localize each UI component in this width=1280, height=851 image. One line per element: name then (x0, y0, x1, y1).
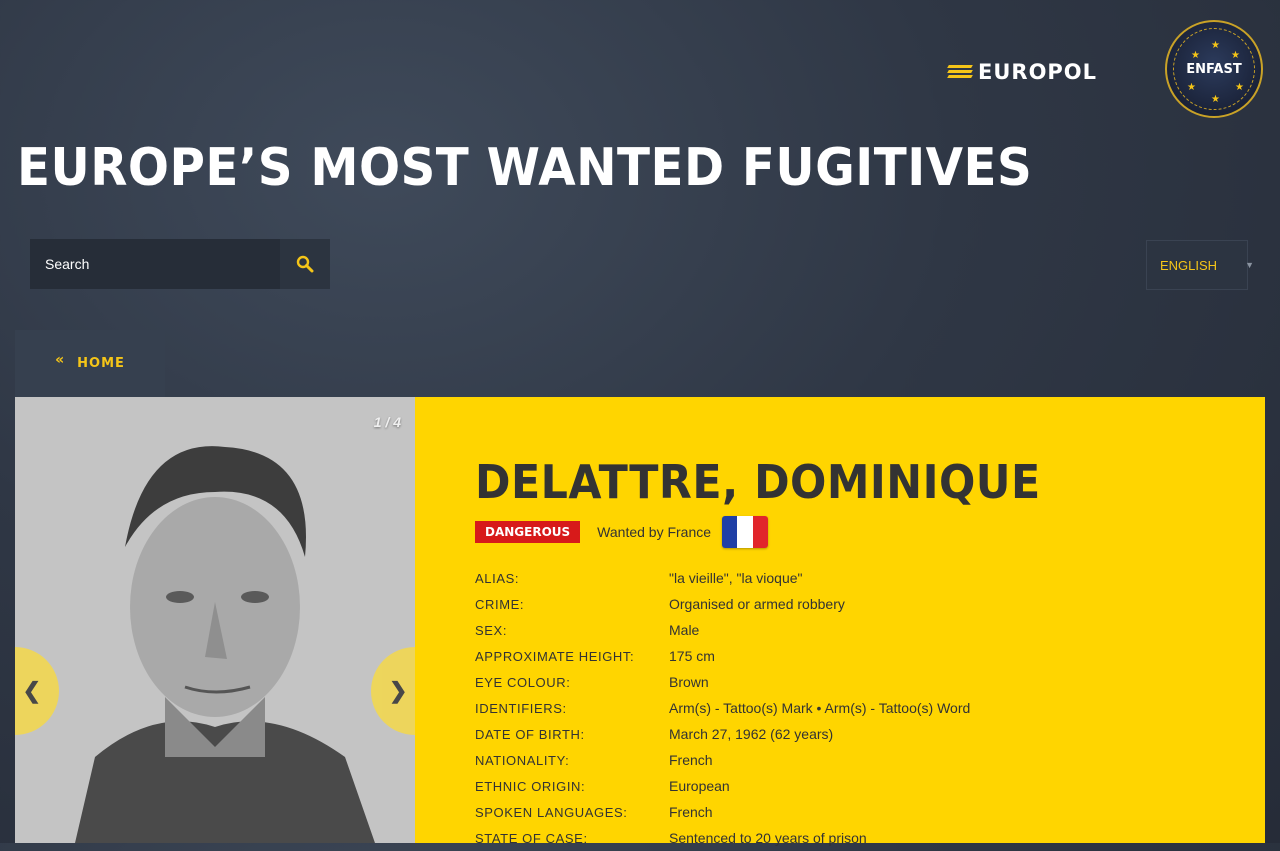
fugitive-photo (15, 397, 415, 843)
chevron-right-icon: ❯ (389, 678, 408, 703)
detail-value: French (669, 752, 713, 768)
detail-value: European (669, 778, 730, 794)
detail-label: IDENTIFIERS: (475, 700, 567, 716)
caret-down-icon: ▼ (1245, 260, 1254, 270)
detail-label: SEX: (475, 622, 508, 638)
detail-value: Arm(s) - Tattoo(s) Mark • Arm(s) - Tatto… (669, 700, 971, 716)
enfast-logo-text: ENFAST (1186, 61, 1242, 77)
detail-row: ALIAS: "la vieille", "la vioque" (475, 565, 970, 591)
detail-value: French (669, 804, 713, 820)
detail-label: EYE COLOUR: (475, 674, 571, 690)
france-flag-icon (722, 516, 769, 548)
detail-label: ETHNIC ORIGIN: (475, 778, 586, 794)
star-icon: ★ (1231, 50, 1240, 61)
wanted-by-text: Wanted by France (597, 524, 712, 540)
star-icon: ★ (1211, 40, 1220, 51)
language-selected-label: ENGLISH (1160, 257, 1218, 273)
detail-label: STATE OF CASE: (475, 830, 588, 846)
star-icon: ★ (1235, 82, 1244, 93)
status-row: DANGEROUS Wanted by France (475, 516, 769, 548)
detail-value: Sentenced to 20 years of prison (669, 830, 867, 846)
detail-value: 175 cm (669, 648, 715, 664)
europol-mark-icon (947, 64, 973, 80)
detail-row: DATE OF BIRTH: March 27, 1962 (62 years) (475, 721, 970, 747)
fugitive-photo-gallery: 1 / 4 ❮ ❯ (15, 397, 415, 843)
star-icon: ★ (1211, 94, 1220, 105)
search-button[interactable] (280, 239, 330, 289)
detail-value: "la vieille", "la vioque" (669, 570, 803, 586)
search-input[interactable] (30, 238, 280, 290)
detail-row: SPOKEN LANGUAGES: French (475, 799, 970, 825)
detail-row: IDENTIFIERS: Arm(s) - Tattoo(s) Mark • Ar… (475, 695, 970, 721)
europol-logo[interactable]: EUROPOL (947, 60, 1098, 84)
europol-logo-text: EUROPOL (978, 60, 1098, 84)
language-select[interactable]: ENGLISH ▼ (1146, 240, 1254, 290)
detail-label: CRIME: (475, 596, 525, 612)
fugitive-name: DELATTRE, DOMINIQUE (475, 455, 1041, 509)
search-icon (296, 255, 314, 273)
detail-value: Brown (669, 674, 709, 690)
home-tab[interactable]: « HOME (15, 330, 165, 397)
detail-label: NATIONALITY: (475, 752, 570, 768)
detail-row: STATE OF CASE: Sentenced to 20 years of p… (475, 825, 970, 851)
detail-row: APPROXIMATE HEIGHT: 175 cm (475, 643, 970, 669)
detail-row: SEX: Male (475, 617, 970, 643)
detail-value: Organised or armed robbery (669, 596, 845, 612)
chevron-left-icon: ❮ (22, 678, 41, 703)
detail-label: SPOKEN LANGUAGES: (475, 804, 628, 820)
enfast-logo[interactable]: ★ ★ ★ ★ ★ ★ ENFAST (1165, 20, 1263, 118)
detail-row: NATIONALITY: French (475, 747, 970, 773)
double-chevron-left-icon: « (55, 351, 66, 368)
detail-label: DATE OF BIRTH: (475, 726, 585, 742)
home-tab-label: HOME (77, 356, 125, 371)
fugitive-details: ALIAS: "la vieille", "la vioque" CRIME: Org… (475, 565, 970, 851)
detail-value: Male (669, 622, 700, 638)
search-bar (30, 238, 330, 290)
photo-counter: 1 / 4 (373, 414, 401, 430)
dangerous-badge: DANGEROUS (475, 521, 581, 543)
star-icon: ★ (1187, 82, 1196, 93)
detail-row: EYE COLOUR: Brown (475, 669, 970, 695)
detail-row: CRIME: Organised or armed robbery (475, 591, 970, 617)
fugitive-info-panel: DELATTRE, DOMINIQUE DANGEROUS Wanted by … (415, 397, 1265, 846)
star-icon: ★ (1191, 50, 1200, 61)
page-title: EUROPE’S MOST WANTED FUGITIVES (17, 138, 1033, 198)
detail-row: ETHNIC ORIGIN: European (475, 773, 970, 799)
detail-label: APPROXIMATE HEIGHT: (475, 648, 635, 664)
detail-value: March 27, 1962 (62 years) (669, 726, 834, 742)
detail-label: ALIAS: (475, 570, 520, 586)
